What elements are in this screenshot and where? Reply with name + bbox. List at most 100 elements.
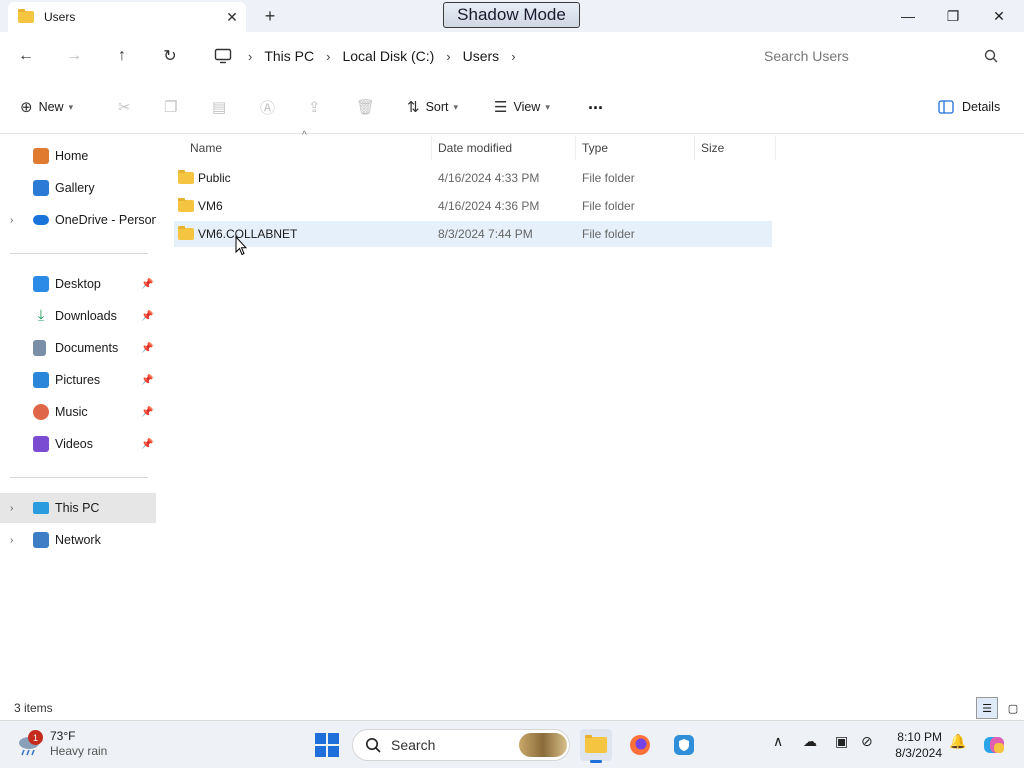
pin-icon[interactable]: 📌 <box>141 439 153 450</box>
rain-cloud-icon: 1 <box>16 730 43 756</box>
divider <box>10 477 148 478</box>
sidebar-item-videos[interactable]: Videos 📌 <box>0 429 156 459</box>
share-button[interactable]: ⇪ <box>308 94 327 120</box>
cut-button[interactable]: ✂ <box>118 94 137 120</box>
chevron-right-icon[interactable]: › <box>10 535 13 546</box>
sidebar-item-label: Home <box>55 149 89 163</box>
column-header-date[interactable]: Date modified <box>432 136 576 160</box>
network-icon <box>33 532 49 548</box>
tiles-view-icon[interactable]: ▢ <box>1002 697 1024 719</box>
file-type: File folder <box>582 171 635 185</box>
chevron-right-icon[interactable]: › <box>248 49 252 64</box>
close-tab-icon[interactable]: ✕ <box>218 5 246 29</box>
close-window-button[interactable]: ✕ <box>976 0 1022 32</box>
file-explorer-taskbar-icon[interactable] <box>580 729 612 763</box>
network-status-icon[interactable]: ⊘ <box>861 733 873 750</box>
back-button[interactable]: ← <box>10 42 42 70</box>
chevron-right-icon[interactable]: › <box>326 49 330 64</box>
breadcrumb-this-pc[interactable]: This PC <box>264 48 314 64</box>
trash-icon: 🗑 <box>356 99 376 116</box>
sort-label: Sort <box>425 100 449 114</box>
column-header-type[interactable]: Type <box>576 136 695 160</box>
sidebar-item-onedrive[interactable]: › OneDrive - Persona <box>0 205 156 235</box>
column-header-size[interactable]: Size <box>695 136 776 160</box>
bell-icon[interactable]: 🔔 <box>949 733 966 750</box>
refresh-button[interactable]: ↻ <box>154 42 186 70</box>
pin-icon[interactable]: 📌 <box>141 311 153 322</box>
taskbar-search[interactable]: Search <box>352 729 570 761</box>
chevron-right-icon[interactable]: › <box>446 49 450 64</box>
clipboard-icon: ▤ <box>212 99 227 116</box>
details-button[interactable]: Details <box>938 94 1000 120</box>
breadcrumb-users[interactable]: Users <box>463 48 500 64</box>
breadcrumb-local-disk[interactable]: Local Disk (C:) <box>342 48 434 64</box>
windows-logo-icon <box>328 746 339 757</box>
pin-icon[interactable]: 📌 <box>141 343 153 354</box>
cloud-offline-icon[interactable]: ☁ <box>803 733 817 750</box>
up-button[interactable]: ↑ <box>106 42 138 70</box>
sidebar-item-home[interactable]: Home <box>0 141 156 171</box>
list-item[interactable]: VM6.COLLABNET 8/3/2024 7:44 PM File fold… <box>174 221 772 247</box>
search-box[interactable] <box>750 40 1012 72</box>
more-options-button[interactable]: ... <box>588 90 603 116</box>
weather-widget[interactable]: 1 73°F Heavy rain <box>16 729 107 759</box>
sidebar-item-desktop[interactable]: Desktop 📌 <box>0 269 156 299</box>
divider <box>10 253 148 254</box>
copilot-icon[interactable] <box>978 729 1010 761</box>
copy-button[interactable]: ❐ <box>164 94 183 120</box>
shield-app-icon[interactable] <box>668 729 700 761</box>
restore-button[interactable]: ❐ <box>930 0 976 32</box>
delete-button[interactable]: 🗑 <box>356 94 381 120</box>
new-tab-button[interactable]: + <box>258 4 282 28</box>
sort-button[interactable]: ⇅ Sort ▾ <box>407 94 458 120</box>
documents-icon <box>33 340 46 356</box>
details-view-icon[interactable]: ☰ <box>976 697 998 719</box>
paste-button[interactable]: ▤ <box>212 94 232 120</box>
gallery-icon <box>33 180 49 196</box>
details-pane-icon <box>938 100 954 114</box>
folder-icon <box>178 198 194 212</box>
file-date: 8/3/2024 7:44 PM <box>438 227 533 241</box>
view-toggle: ☰ ▢ <box>976 697 1024 719</box>
plus-circle-icon: ⊕ <box>20 99 33 116</box>
tab-users[interactable]: Users ✕ <box>8 2 246 32</box>
chevron-right-icon[interactable]: › <box>511 49 515 64</box>
file-type: File folder <box>582 199 635 213</box>
search-highlight-image <box>519 733 567 757</box>
folder-icon <box>18 9 34 23</box>
forward-button[interactable]: → <box>58 42 90 70</box>
pin-icon[interactable]: 📌 <box>141 279 153 290</box>
share-icon: ⇪ <box>308 99 321 116</box>
minimize-button[interactable]: — <box>885 0 931 32</box>
desktop-icon <box>33 276 49 292</box>
pin-icon[interactable]: 📌 <box>141 407 153 418</box>
sidebar-item-pictures[interactable]: Pictures 📌 <box>0 365 156 395</box>
sidebar-item-gallery[interactable]: Gallery <box>0 173 156 203</box>
sidebar-item-downloads[interactable]: ⤓ Downloads 📌 <box>0 301 156 331</box>
sidebar-item-documents[interactable]: Documents 📌 <box>0 333 156 363</box>
chevron-right-icon[interactable]: › <box>10 503 13 514</box>
rename-button[interactable]: Ⓐ <box>260 94 281 120</box>
address-bar[interactable]: › This PC › Local Disk (C:) › Users › <box>204 40 740 72</box>
view-button[interactable]: ☰ View ▾ <box>494 94 550 120</box>
pin-icon[interactable]: 📌 <box>141 375 153 386</box>
list-item[interactable]: Public 4/16/2024 4:33 PM File folder <box>174 165 772 191</box>
new-button[interactable]: ⊕ New ▾ <box>20 94 73 120</box>
firefox-icon[interactable] <box>624 729 656 761</box>
start-button[interactable] <box>315 733 339 757</box>
chevron-up-icon[interactable]: ∧ <box>773 733 783 750</box>
weather-temperature: 73°F <box>50 729 76 743</box>
list-item[interactable]: VM6 4/16/2024 4:36 PM File folder <box>174 193 772 219</box>
sidebar-item-music[interactable]: Music 📌 <box>0 397 156 427</box>
chevron-right-icon[interactable]: › <box>10 215 13 226</box>
shield-icon <box>674 735 694 755</box>
sidebar-item-this-pc[interactable]: › This PC <box>0 493 156 523</box>
notification-badge: 1 <box>28 730 43 745</box>
display-icon[interactable]: ▣ <box>835 733 848 750</box>
search-input[interactable] <box>764 48 984 64</box>
music-icon <box>33 404 49 420</box>
sidebar-item-network[interactable]: › Network <box>0 525 156 555</box>
system-clock[interactable]: 8:10 PM 8/3/2024 <box>890 729 942 761</box>
search-icon <box>984 49 998 63</box>
column-header-name[interactable]: Name <box>184 136 432 160</box>
